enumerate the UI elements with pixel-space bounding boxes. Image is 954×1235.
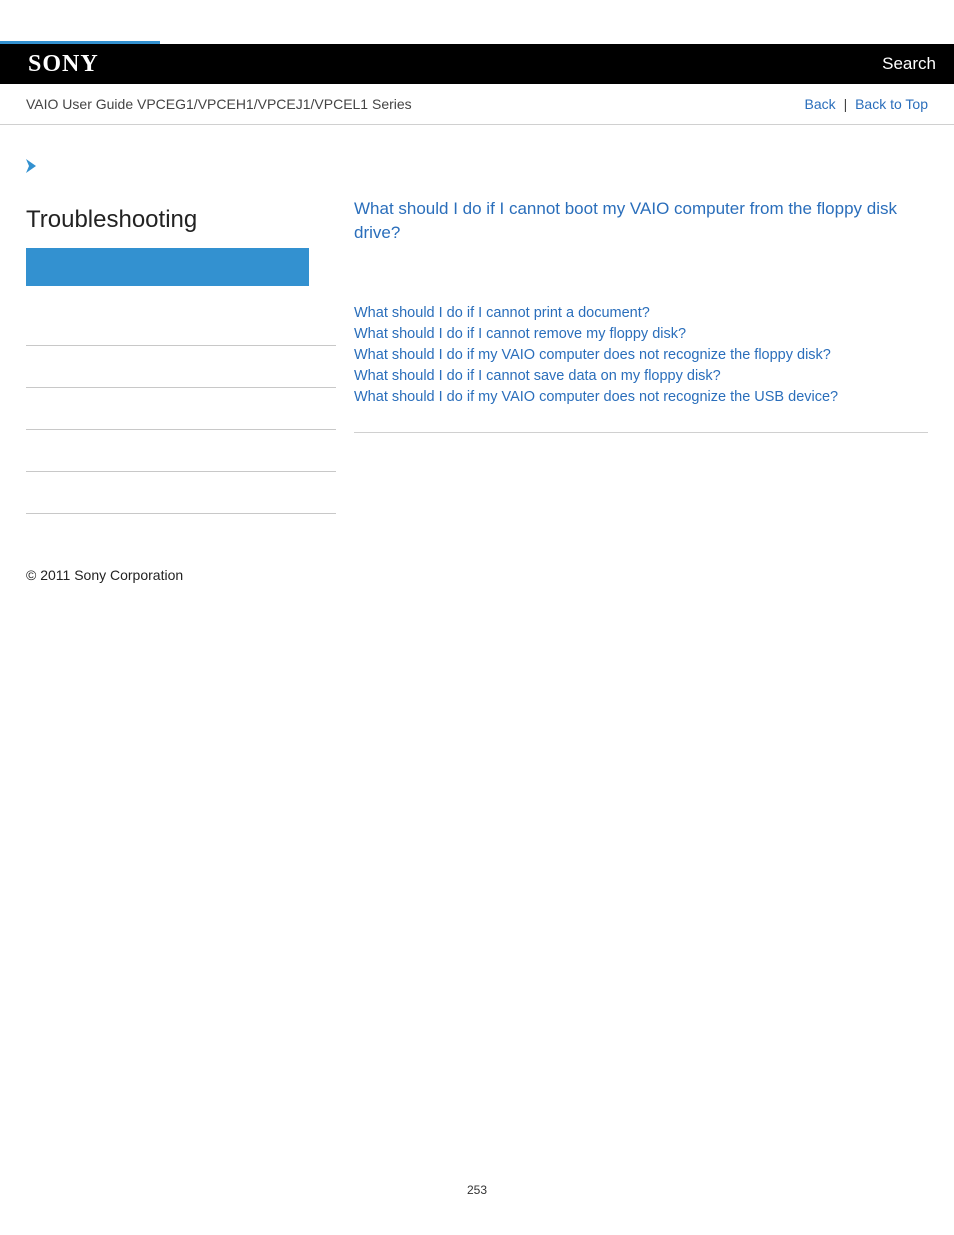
breadcrumb-links: Back | Back to Top: [805, 96, 928, 112]
sidebar-item[interactable]: [26, 430, 336, 472]
header-bar: SONY Search: [0, 44, 954, 84]
related-link[interactable]: What should I do if my VAIO computer doe…: [354, 387, 928, 408]
top-bar: [0, 0, 954, 44]
guide-title: VAIO User Guide VPCEG1/VPCEH1/VPCEJ1/VPC…: [26, 96, 412, 112]
sidebar-item[interactable]: [26, 346, 336, 388]
sidebar: Troubleshooting: [26, 157, 336, 514]
separator: |: [844, 96, 848, 112]
back-link[interactable]: Back: [805, 96, 836, 112]
search-link[interactable]: Search: [882, 54, 936, 74]
breadcrumb-bar: VAIO User Guide VPCEG1/VPCEH1/VPCEJ1/VPC…: [0, 84, 954, 125]
sidebar-item[interactable]: [26, 304, 336, 346]
content-wrapper: Troubleshooting What should I do if I ca…: [0, 125, 954, 514]
related-link[interactable]: What should I do if I cannot remove my f…: [354, 324, 928, 345]
related-link[interactable]: What should I do if I cannot save data o…: [354, 366, 928, 387]
sidebar-item[interactable]: [26, 388, 336, 430]
sidebar-item[interactable]: [26, 472, 336, 514]
related-link[interactable]: What should I do if I cannot print a doc…: [354, 303, 928, 324]
main-title[interactable]: What should I do if I cannot boot my VAI…: [354, 197, 928, 245]
related-link[interactable]: What should I do if my VAIO computer doe…: [354, 345, 928, 366]
back-to-top-link[interactable]: Back to Top: [855, 96, 928, 112]
content-divider: [354, 432, 928, 433]
sony-logo: SONY: [28, 51, 99, 78]
main-content: What should I do if I cannot boot my VAI…: [336, 157, 928, 514]
related-links: What should I do if I cannot print a doc…: [354, 303, 928, 408]
sidebar-title: Troubleshooting: [26, 206, 336, 234]
sidebar-active-item[interactable]: [26, 248, 309, 286]
copyright: © 2011 Sony Corporation: [26, 567, 183, 583]
arrow-icon: [26, 157, 336, 178]
page-number: 253: [467, 1183, 487, 1197]
